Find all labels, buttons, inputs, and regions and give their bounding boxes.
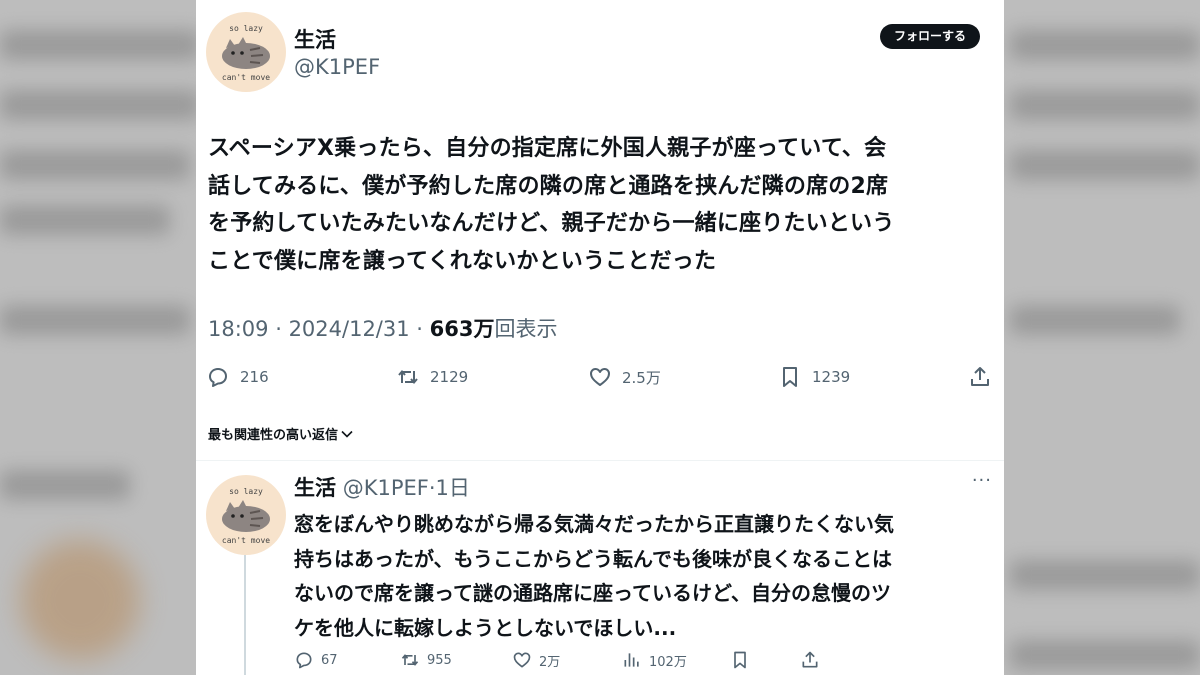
blur-avatar	[20, 540, 140, 660]
reply-reply-button[interactable]: 67	[294, 650, 338, 670]
bookmark-count: 1239	[812, 368, 851, 386]
reply-views-button[interactable]: 102万	[622, 650, 687, 670]
reply-header: 生活 @K1PEF·1日	[294, 472, 470, 502]
reply-views-count: 102万	[649, 654, 687, 670]
reply-retweet-count: 955	[427, 652, 452, 668]
chevron-down-icon	[341, 430, 353, 438]
retweet-button[interactable]: 2129	[396, 365, 468, 389]
reply-bookmark-button[interactable]	[730, 650, 757, 670]
views-count: 663万	[429, 317, 495, 341]
cat-illustration	[222, 500, 270, 532]
author-name[interactable]: 生活	[294, 24, 336, 54]
reply-author-handle[interactable]: @K1PEF	[343, 476, 429, 500]
tweet-card: so lazy can't move 生活 @K1PEF フォローする スペーシ…	[196, 0, 1004, 675]
share-icon	[971, 367, 989, 386]
cat-illustration	[222, 37, 270, 69]
reply-icon	[296, 652, 312, 669]
bookmark-button[interactable]: 1239	[778, 365, 850, 389]
reply-like-button[interactable]: 2万	[512, 650, 560, 670]
share-icon	[802, 651, 818, 668]
avatar-caption-bottom: can't move	[221, 536, 271, 545]
blur-text-line	[0, 305, 190, 335]
blur-text-line	[1010, 150, 1200, 180]
like-count: 2.5万	[622, 368, 661, 387]
blur-text-line	[1010, 30, 1200, 60]
reply-button[interactable]: 216	[206, 365, 269, 389]
blur-text-line	[0, 470, 130, 500]
share-button[interactable]	[968, 365, 1002, 389]
blur-text-line	[1010, 90, 1200, 120]
like-button[interactable]: 2.5万	[588, 365, 661, 389]
views-icon	[624, 653, 639, 667]
like-icon	[513, 652, 531, 668]
reply-share-button[interactable]	[800, 650, 827, 670]
thread-line	[244, 555, 246, 675]
reply-author-name[interactable]: 生活	[294, 476, 336, 500]
reply-sort-dropdown[interactable]: 最も関連性の高い返信	[208, 424, 354, 443]
reply-reply-count: 67	[321, 652, 338, 668]
avatar-caption-top: so lazy	[229, 487, 263, 496]
follow-button[interactable]: フォローする	[880, 24, 981, 49]
blur-text-line	[1010, 640, 1200, 670]
blur-text-line	[0, 90, 200, 120]
avatar-caption-top: so lazy	[229, 24, 263, 33]
bookmark-icon	[734, 651, 746, 669]
views-label: 回表示	[494, 317, 558, 341]
tweet-text: スペーシアX乗ったら、自分の指定席に外国人親子が座っていて、会 話してみるに、僕…	[208, 136, 895, 274]
sort-label: 最も関連性の高い返信	[208, 428, 339, 443]
avatar-caption-bottom: can't move	[221, 73, 271, 82]
retweet-icon	[401, 654, 419, 666]
reply-icon	[209, 368, 227, 387]
more-icon[interactable]: ···	[972, 470, 992, 491]
reply-author-avatar[interactable]: so lazy can't move	[206, 475, 286, 555]
blur-text-line	[1010, 560, 1200, 590]
reply-count: 216	[240, 368, 269, 386]
reply-text: 窓をぼんやり眺めながら帰る気満々だったから正直譲りたくない気 持ちはあったが、も…	[294, 512, 894, 640]
meta-separator: ·	[409, 317, 430, 341]
tweet-time[interactable]: 18:09	[208, 317, 269, 341]
tweet-meta: 18:09 · 2024/12/31 · 663万回表示	[208, 313, 557, 343]
blur-text-line	[1010, 305, 1180, 335]
reply-like-count: 2万	[539, 654, 561, 670]
retweet-count: 2129	[430, 368, 469, 386]
divider	[196, 460, 1004, 461]
author-handle[interactable]: @K1PEF	[294, 55, 380, 79]
blur-text-line	[0, 205, 170, 235]
tweet-date[interactable]: 2024/12/31	[289, 317, 410, 341]
blur-text-line	[0, 30, 200, 60]
like-icon	[590, 368, 610, 386]
reply-age[interactable]: ·1日	[429, 476, 470, 500]
bookmark-icon	[783, 367, 797, 387]
meta-separator: ·	[268, 317, 289, 341]
retweet-icon	[398, 369, 418, 385]
author-avatar[interactable]: so lazy can't move	[206, 12, 286, 92]
blur-text-line	[0, 150, 190, 180]
reply-retweet-button[interactable]: 955	[400, 650, 452, 670]
